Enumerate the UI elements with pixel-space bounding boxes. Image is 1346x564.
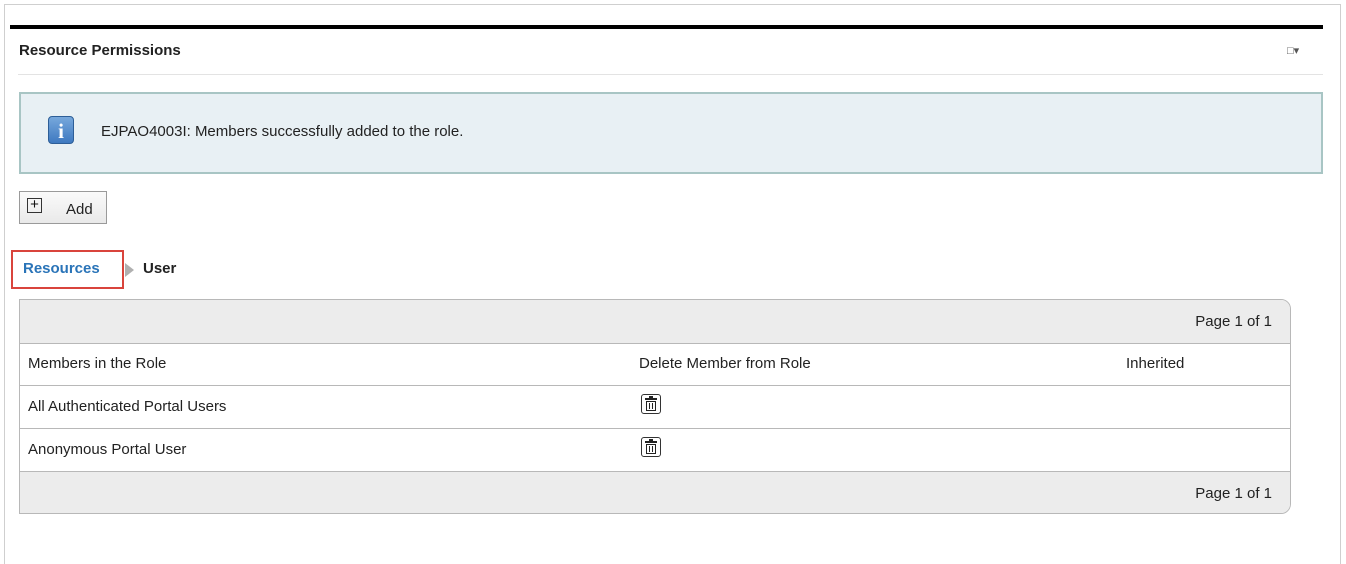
add-button[interactable]: + Add [19,191,107,224]
portlet-top-bar [10,25,1323,29]
breadcrumb-arrow-icon [125,263,134,277]
members-table: Page 1 of 1 Members in the Role Delete M… [19,299,1291,514]
table-row: All Authenticated Portal Users [20,386,1290,429]
column-header-members: Members in the Role [28,355,167,372]
info-message: i EJPAO4003I: Members successfully added… [19,92,1323,174]
pager-bottom-text: Page 1 of 1 [1195,485,1272,502]
delete-member-icon[interactable] [641,394,661,414]
portlet-menu-icon[interactable]: □▾ [1287,45,1299,57]
member-name: Anonymous Portal User [28,441,187,458]
title-divider [18,74,1323,75]
breadcrumb-resources-link[interactable]: Resources [23,260,100,277]
table-row: Anonymous Portal User [20,429,1290,472]
breadcrumb-current: User [143,260,177,277]
column-header-inherited: Inherited [1126,355,1185,372]
pager-bottom: Page 1 of 1 [20,471,1290,513]
pager-top: Page 1 of 1 [20,300,1290,344]
member-name: All Authenticated Portal Users [28,398,227,415]
message-text: EJPAO4003I: Members successfully added t… [101,123,464,140]
plus-icon: + [27,197,42,213]
table-header-row: Members in the Role Delete Member from R… [20,343,1290,386]
column-header-delete: Delete Member from Role [639,355,811,372]
delete-member-icon[interactable] [641,437,661,457]
portlet-title: Resource Permissions [19,42,181,59]
info-icon: i [48,116,74,144]
add-button-label: Add [66,201,93,218]
pager-top-text: Page 1 of 1 [1195,313,1272,330]
